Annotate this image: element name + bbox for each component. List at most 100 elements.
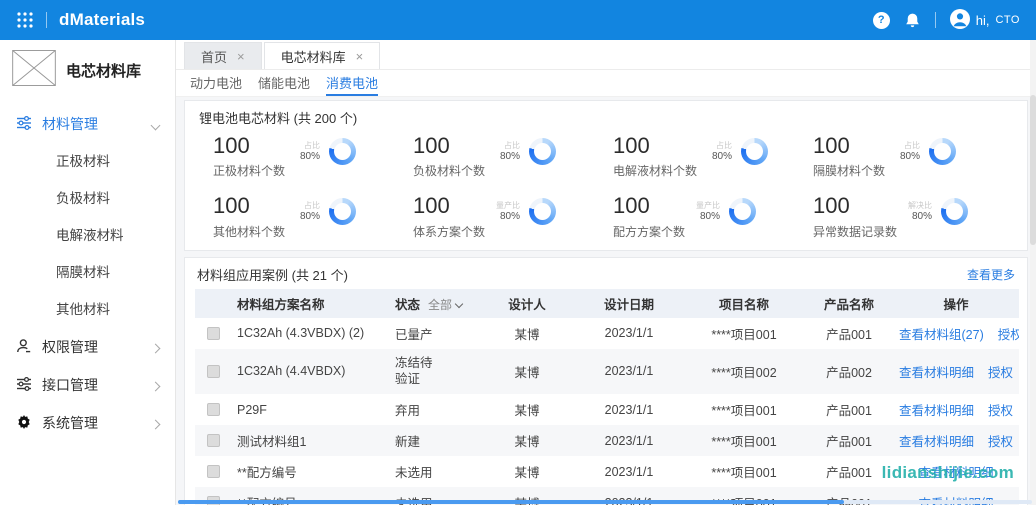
col-designer: 设计人 [479, 289, 575, 318]
chevron-right-icon [151, 420, 161, 430]
sidebar-item-electrolyte[interactable]: 电解液材料 [0, 217, 175, 254]
sidebar-header: 电芯材料库 [0, 40, 175, 99]
stat-value: 100 [213, 193, 285, 218]
col-date: 设计日期 [575, 289, 683, 318]
donut-chart [329, 198, 356, 225]
stat-label: 体系方案个数 [413, 223, 485, 240]
status-filter-dropdown[interactable]: 全部 [428, 298, 452, 312]
cell-designer: 某博 [479, 425, 575, 456]
row-checkbox[interactable] [207, 403, 220, 416]
cell-date: 2023/1/1 [575, 456, 683, 487]
cell-project: ****项目001 [683, 318, 805, 349]
help-icon[interactable]: ? [873, 12, 890, 29]
donut-chart [929, 138, 956, 165]
stats-panel: 锂电池电芯材料 (共 200 个) 100 正极材料个数 占比 80% 10 [184, 100, 1028, 251]
view-material-link[interactable]: 查看材料明细 [899, 366, 974, 380]
battery-type-tabs: 动力电池 储能电池 消费电池 [176, 70, 1036, 97]
user-greeting: hi, [976, 13, 990, 28]
sidebar-item-separator[interactable]: 隔膜材料 [0, 254, 175, 291]
cell-name: 1C32Ah (4.3VBDX) (2) [231, 318, 389, 349]
close-icon[interactable]: × [356, 50, 364, 63]
subtab-consumer-battery[interactable]: 消费电池 [326, 70, 378, 96]
row-checkbox[interactable] [207, 465, 220, 478]
authorize-link[interactable]: 授权 [988, 404, 1013, 418]
sidebar-item-permission-management[interactable]: 权限管理 [0, 328, 175, 366]
stat-ratio-name: 占比 [706, 142, 732, 151]
sidebar-item-other-material[interactable]: 其他材料 [0, 291, 175, 328]
user-menu[interactable]: hi, CTO [950, 9, 1020, 32]
stat-value: 100 [413, 193, 485, 218]
view-material-link[interactable]: 查看材料明细 [899, 435, 974, 449]
cell-product: 产品002 [805, 349, 893, 395]
cell-date: 2023/1/1 [575, 425, 683, 456]
row-checkbox[interactable] [207, 327, 220, 340]
chevron-down-icon [151, 121, 161, 131]
chevron-down-icon[interactable] [455, 299, 463, 307]
donut-chart [329, 138, 356, 165]
sidebar-item-anode[interactable]: 负极材料 [0, 180, 175, 217]
sidebar-item-label: 材料管理 [42, 114, 98, 134]
subtab-energy-storage-battery[interactable]: 储能电池 [258, 70, 310, 96]
tab-cell-material-library[interactable]: 电芯材料库 × [264, 42, 381, 69]
close-icon[interactable]: × [237, 50, 245, 63]
stat-card-system-plan-count: 100 体系方案个数 量产比 80% [413, 193, 613, 239]
cell-date: 2023/1/1 [575, 318, 683, 349]
user-icon [16, 338, 32, 357]
sidebar-item-material-management[interactable]: 材料管理 [0, 105, 175, 143]
cell-project: ****项目002 [683, 349, 805, 395]
authorize-link[interactable]: 授权 [998, 328, 1019, 342]
authorize-link[interactable]: 授权 [988, 435, 1013, 449]
stats-title: 锂电池电芯材料 (共 200 个) [199, 108, 1013, 127]
horizontal-scrollbar-thumb[interactable] [178, 500, 844, 504]
sidebar-item-system-management[interactable]: 系统管理 [0, 404, 175, 442]
authorize-link[interactable]: 授权 [988, 366, 1013, 380]
stat-ratio-value: 80% [494, 151, 520, 162]
donut-chart [941, 198, 968, 225]
subtab-power-battery[interactable]: 动力电池 [190, 70, 242, 96]
table-row: 测试材料组1 新建 某博 2023/1/1 ****项目001 产品001 查看… [195, 425, 1019, 456]
vertical-scrollbar-thumb[interactable] [1030, 95, 1036, 245]
row-checkbox[interactable] [207, 434, 220, 447]
donut-chart [529, 198, 556, 225]
stat-card-electrolyte-count: 100 电解液材料个数 占比 80% [613, 133, 813, 179]
sidebar-menu: 材料管理 正极材料 负极材料 电解液材料 隔膜材料 其他材料 权限管理 [0, 105, 175, 442]
brand-logo: dMaterials [59, 10, 145, 30]
page-tab-bar: 首页 × 电芯材料库 × [176, 40, 1036, 70]
view-material-link[interactable]: 查看材料明细 [899, 404, 974, 418]
cell-status: 新建 [389, 425, 479, 456]
vertical-scrollbar[interactable] [1030, 40, 1036, 505]
bell-icon[interactable] [904, 12, 921, 29]
stat-ratio-value: 80% [494, 211, 520, 222]
sidebar-item-interface-management[interactable]: 接口管理 [0, 366, 175, 404]
stat-label: 异常数据记录数 [813, 223, 897, 240]
cell-product: 产品001 [805, 425, 893, 456]
cell-date: 2023/1/1 [575, 394, 683, 425]
cell-product: 产品001 [805, 318, 893, 349]
cell-name: 1C32Ah (4.4VBDX) [231, 349, 389, 395]
stat-value: 100 [413, 133, 485, 158]
horizontal-scrollbar[interactable] [178, 500, 1032, 504]
tab-home[interactable]: 首页 × [184, 42, 262, 69]
stat-ratio-value: 80% [694, 211, 720, 222]
donut-chart [729, 198, 756, 225]
cell-project: ****项目001 [683, 394, 805, 425]
stat-label: 隔膜材料个数 [813, 162, 885, 179]
table-header-row: 材料组方案名称 状态全部 设计人 设计日期 项目名称 产品名称 操作 [195, 289, 1019, 318]
cell-product: 产品001 [805, 456, 893, 487]
app-launcher-grid-icon[interactable] [16, 11, 34, 29]
donut-chart [741, 138, 768, 165]
view-material-link[interactable]: 查看材料组(27) [899, 328, 984, 342]
view-more-link[interactable]: 查看更多 [967, 266, 1015, 283]
chevron-right-icon [151, 344, 161, 354]
cell-actions: 查看材料明细授权 [893, 394, 1019, 425]
cell-designer: 某博 [479, 318, 575, 349]
row-checkbox[interactable] [207, 365, 220, 378]
select-all-header [195, 289, 231, 318]
col-project: 项目名称 [683, 289, 805, 318]
stat-ratio-value: 80% [294, 151, 320, 162]
stat-label: 配方方案个数 [613, 223, 685, 240]
stat-value: 100 [613, 193, 685, 218]
cell-designer: 某博 [479, 394, 575, 425]
sidebar-item-cathode[interactable]: 正极材料 [0, 143, 175, 180]
user-role: CTO [995, 14, 1020, 26]
